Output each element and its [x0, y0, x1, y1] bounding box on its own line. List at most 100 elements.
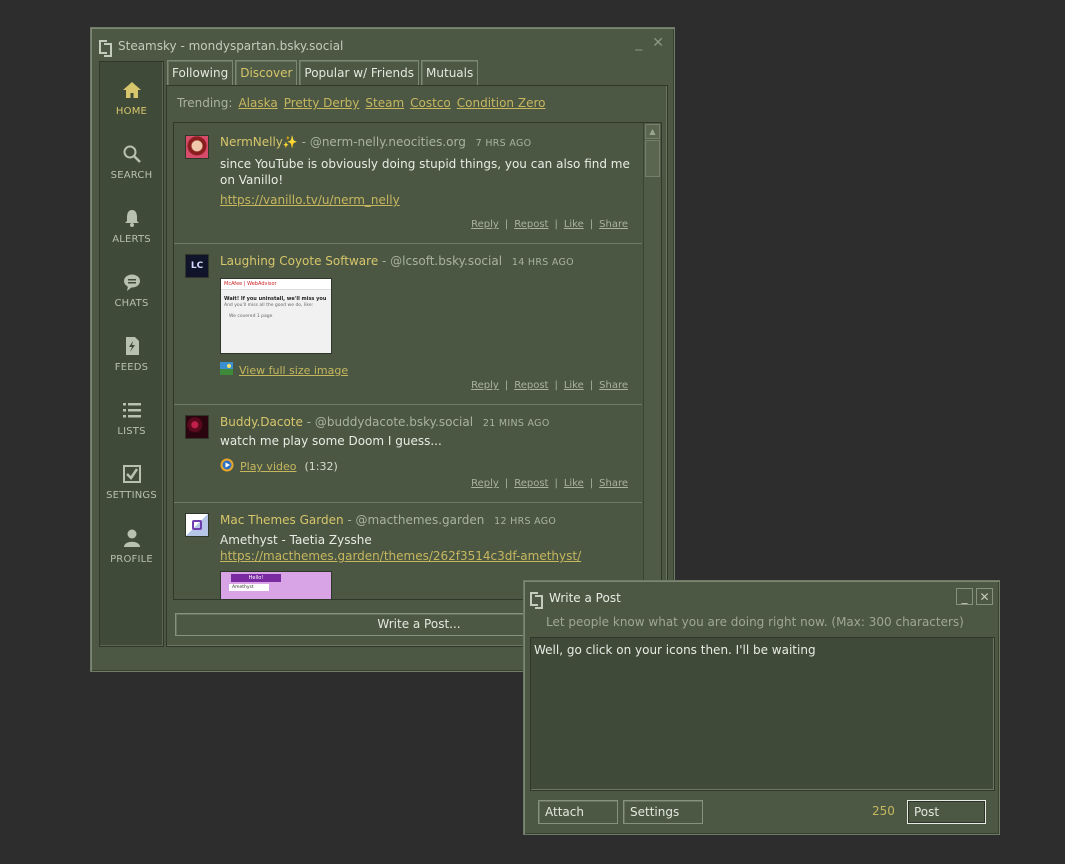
post-header: NermNelly✨ - @nerm-nelly.neocities.org 7…	[220, 135, 531, 149]
repost-button[interactable]: Repost	[514, 478, 548, 489]
post-handle[interactable]: - @macthemes.garden	[347, 513, 484, 527]
minimize-button[interactable]: _	[635, 35, 642, 51]
post-author[interactable]: Laughing Coyote Software	[220, 254, 378, 268]
reply-button[interactable]: Reply	[471, 380, 499, 391]
post-actions: Reply | Repost | Like | Share	[471, 380, 628, 391]
tab-discover[interactable]: Discover	[235, 60, 298, 86]
avatar[interactable]: LC	[185, 254, 209, 278]
post-actions: Reply | Repost | Like | Share	[471, 219, 628, 230]
post-feed[interactable]: NermNelly✨ - @nerm-nelly.neocities.org 7…	[173, 122, 662, 600]
reply-button[interactable]: Reply	[471, 219, 499, 230]
repost-button[interactable]: Repost	[514, 219, 548, 230]
sidebar-item-settings[interactable]: SETTINGS	[100, 464, 163, 501]
sidebar-item-feeds[interactable]: FEEDS	[100, 336, 163, 373]
lc-logo-icon: LC	[190, 261, 204, 271]
home-icon	[100, 80, 163, 102]
sidebar-item-label: FEEDS	[114, 362, 149, 373]
post-header: Mac Themes Garden - @macthemes.garden 12…	[220, 513, 556, 527]
share-button[interactable]: Share	[599, 380, 628, 391]
repost-button[interactable]: Repost	[514, 380, 548, 391]
video-icon	[220, 458, 234, 475]
post-author[interactable]: Buddy.Dacote	[220, 415, 303, 429]
checkbox-icon	[100, 464, 163, 486]
scrollbar-thumb[interactable]	[645, 140, 660, 177]
reply-button[interactable]: Reply	[471, 478, 499, 489]
feed-post: LC Laughing Coyote Software - @lcsoft.bs…	[174, 244, 642, 405]
trending-topic-costco[interactable]: Costco	[410, 96, 451, 110]
feed-scrollbar[interactable]: ▲	[643, 123, 661, 599]
tab-following[interactable]: Following	[167, 60, 234, 86]
compose-hint: Let people know what you are doing right…	[546, 615, 964, 629]
tab-popular-with-friends[interactable]: Popular w/ Friends	[299, 60, 420, 86]
sidebar-item-label: PROFILE	[110, 554, 153, 565]
image-item: We covered 1 page	[229, 314, 273, 319]
scroll-up-arrow-icon[interactable]: ▲	[645, 124, 660, 139]
main-window-titlebar[interactable]: Steamsky - mondyspartan.bsky.social	[99, 36, 344, 57]
like-button[interactable]: Like	[564, 219, 584, 230]
main-window-title: Steamsky - mondyspartan.bsky.social	[118, 39, 344, 53]
avatar[interactable]	[185, 513, 209, 537]
post-handle[interactable]: - @lcsoft.bsky.social	[382, 254, 502, 268]
attach-button[interactable]: Attach	[538, 800, 618, 824]
post-button[interactable]: Post	[907, 800, 986, 824]
post-image[interactable]: McAfee | WebAdvisor Wait! If you uninsta…	[220, 278, 332, 354]
post-text: watch me play some Doom I guess...	[220, 434, 442, 448]
post-handle[interactable]: - @nerm-nelly.neocities.org	[302, 135, 466, 149]
compose-close-button[interactable]: ✕	[976, 588, 993, 605]
trending-topic-pretty-derby[interactable]: Pretty Derby	[284, 96, 360, 110]
image-heading: Wait! If you uninstall, we'll miss you	[224, 296, 327, 302]
image-sub: Amethyst	[229, 584, 269, 591]
post-handle[interactable]: - @buddydacote.bsky.social	[307, 415, 473, 429]
image-hello: Hello!	[231, 574, 281, 582]
post-author[interactable]: Mac Themes Garden	[220, 513, 344, 527]
sidebar-item-label: SEARCH	[110, 170, 153, 181]
sidebar-item-label: ALERTS	[112, 234, 151, 245]
char-count: 250	[872, 804, 895, 818]
sidebar-item-alerts[interactable]: ALERTS	[100, 208, 163, 245]
trending-label: Trending:	[177, 96, 233, 110]
post-time: 14 HRS AGO	[511, 257, 574, 268]
compose-textarea[interactable]: Well, go click on your icons then. I'll …	[530, 637, 995, 791]
person-icon	[100, 528, 163, 550]
sidebar-nav: HOME SEARCH ALERTS CHATS FEEDS LISTS SET…	[99, 61, 164, 647]
post-text: Amethyst - Taetia Zysshe	[220, 533, 372, 547]
compose-minimize-button[interactable]: _	[956, 588, 973, 605]
feed-tabs: Following Discover Popular w/ Friends Mu…	[167, 60, 479, 86]
sidebar-item-profile[interactable]: PROFILE	[100, 528, 163, 565]
avatar[interactable]	[185, 135, 209, 159]
share-button[interactable]: Share	[599, 478, 628, 489]
sidebar-item-label: LISTS	[117, 426, 146, 437]
post-link[interactable]: https://vanillo.tv/u/nerm_nelly	[220, 193, 400, 207]
sidebar-item-search[interactable]: SEARCH	[100, 144, 163, 181]
trending-topic-condition-zero[interactable]: Condition Zero	[457, 96, 546, 110]
sidebar-item-chats[interactable]: CHATS	[100, 272, 163, 309]
close-button[interactable]: ✕	[652, 35, 664, 51]
sidebar-item-label: CHATS	[114, 298, 149, 309]
share-button[interactable]: Share	[599, 219, 628, 230]
like-button[interactable]: Like	[564, 478, 584, 489]
post-link[interactable]: https://macthemes.garden/themes/262f3514…	[220, 549, 581, 563]
write-post-window: Write a Post _ ✕ Let people know what yo…	[523, 580, 1000, 835]
image-icon	[220, 362, 233, 378]
trending-topic-alaska[interactable]: Alaska	[238, 96, 277, 110]
trending-topic-steam[interactable]: Steam	[365, 96, 404, 110]
sidebar-item-home[interactable]: HOME	[100, 80, 163, 117]
post-text: since YouTube is obviously doing stupid …	[220, 157, 630, 187]
play-video-link[interactable]: Play video	[240, 460, 296, 473]
tab-mutuals[interactable]: Mutuals	[421, 60, 479, 86]
settings-button[interactable]: Settings	[623, 800, 703, 824]
post-image[interactable]: Hello! Amethyst	[220, 571, 332, 599]
compose-titlebar[interactable]: Write a Post	[530, 588, 621, 609]
post-actions: Reply | Repost | Like | Share	[471, 478, 628, 489]
sidebar-item-label: HOME	[115, 106, 148, 117]
avatar[interactable]	[185, 415, 209, 439]
post-time: 12 HRS AGO	[494, 516, 557, 527]
sidebar-item-lists[interactable]: LISTS	[100, 400, 163, 437]
chat-icon	[100, 272, 163, 294]
search-icon	[100, 144, 163, 166]
view-full-image-link[interactable]: View full size image	[239, 364, 348, 377]
post-author[interactable]: NermNelly✨	[220, 135, 298, 149]
like-button[interactable]: Like	[564, 380, 584, 391]
feed-icon	[100, 336, 163, 358]
compose-window-controls: _ ✕	[956, 588, 993, 605]
